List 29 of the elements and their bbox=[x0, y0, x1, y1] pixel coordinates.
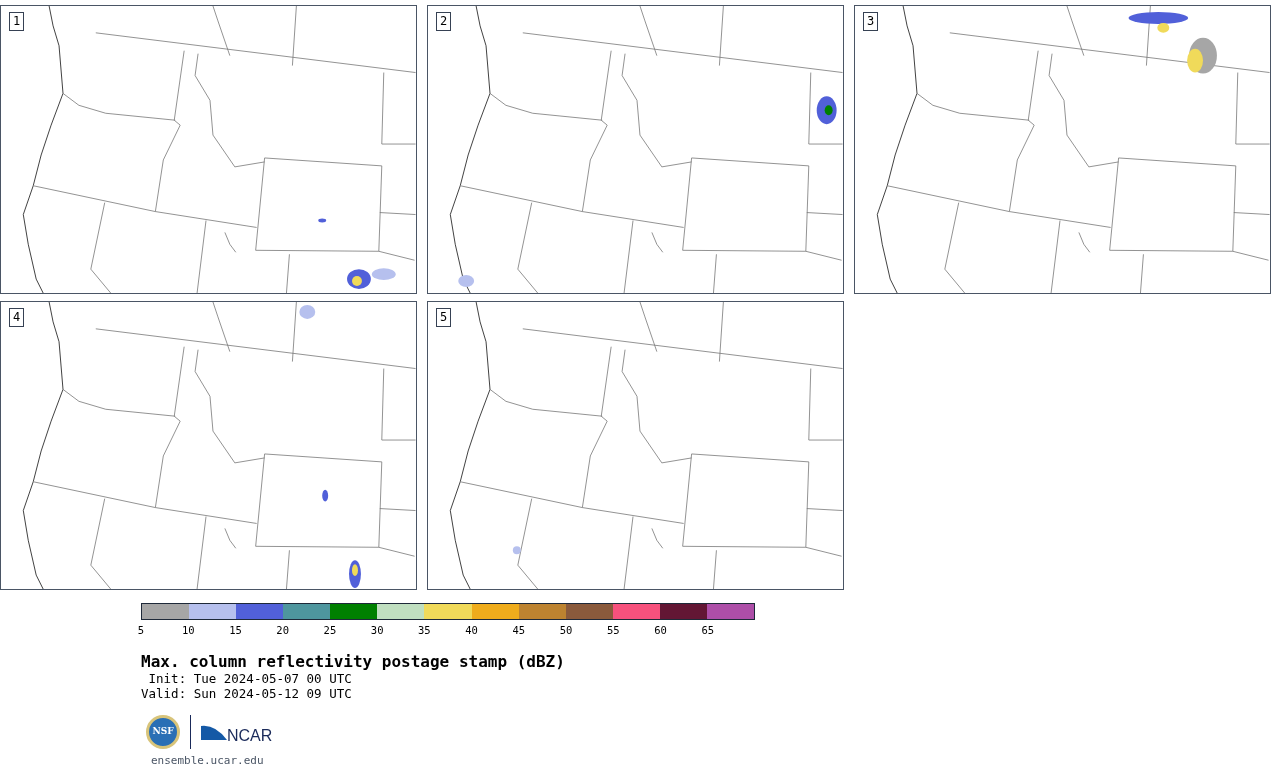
reflectivity-echo bbox=[299, 305, 316, 319]
reflectivity-echo bbox=[458, 275, 475, 288]
tick-label: 30 bbox=[370, 624, 384, 636]
reflectivity-echo bbox=[322, 489, 329, 502]
tick-label: 55 bbox=[606, 624, 620, 636]
panel-number: 4 bbox=[9, 308, 25, 327]
ncar-logo-text: NCAR bbox=[227, 726, 273, 746]
valid-time: Valid: Sun 2024-05-12 09 UTC bbox=[141, 686, 353, 701]
tick-label: 35 bbox=[418, 624, 431, 636]
tick-label: 15 bbox=[229, 624, 242, 636]
site-url: ensemble.ucar.edu bbox=[151, 753, 265, 769]
panel-number: 2 bbox=[436, 12, 452, 31]
init-time: Init: Tue 2024-05-07 00 UTC bbox=[147, 671, 353, 686]
plot-title: Max. column reflectivity postage stamp (dBZ) bbox=[141, 653, 566, 671]
tick-label: 25 bbox=[323, 624, 337, 636]
panel-number: 3 bbox=[863, 12, 879, 31]
panel-number: 1 bbox=[9, 12, 25, 31]
tick-label: 60 bbox=[654, 624, 667, 636]
tick-label: 40 bbox=[465, 624, 478, 636]
tick-label: 10 bbox=[181, 624, 195, 636]
tick-label: 65 bbox=[701, 624, 715, 636]
tick-label: 20 bbox=[276, 624, 289, 636]
tick-label: 5 bbox=[137, 624, 145, 636]
tick-label: 45 bbox=[512, 624, 526, 636]
nsf-logo: NSF bbox=[146, 715, 180, 749]
reflectivity-echo bbox=[512, 546, 521, 555]
panel-number: 5 bbox=[436, 308, 452, 327]
tick-label: 50 bbox=[559, 624, 573, 636]
reflectivity-echo bbox=[318, 218, 327, 223]
